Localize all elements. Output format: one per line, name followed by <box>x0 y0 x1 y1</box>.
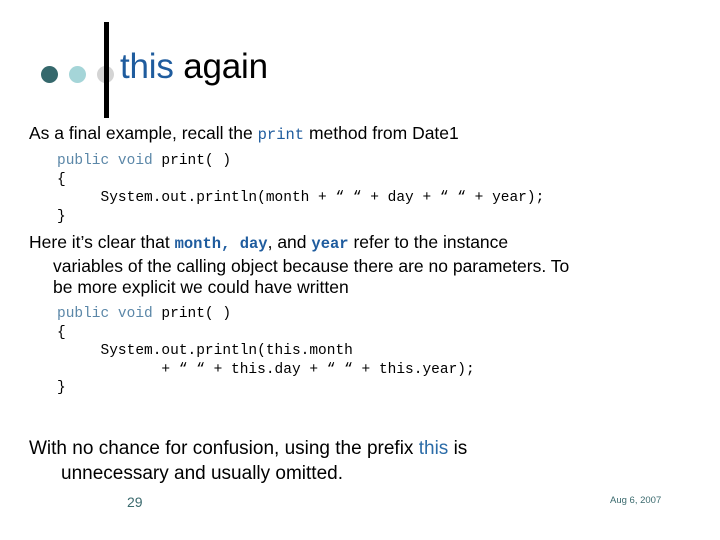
code-block-print-implicit: public void print( ){ System.out.println… <box>57 152 544 226</box>
slide: this again As a final example, recall th… <box>0 0 720 540</box>
code-line: public void print( ) <box>57 305 475 324</box>
closing-paragraph: With no chance for confusion, using the … <box>29 436 689 486</box>
decorative-dot-1-icon <box>41 66 58 83</box>
closing-text-line2: unnecessary and usually omitted. <box>61 463 343 484</box>
code-line: public void print( ) <box>57 152 544 171</box>
slide-date: Aug 6, 2007 <box>610 495 662 506</box>
slide-page-number: 29 <box>127 494 143 510</box>
code-text: { <box>57 171 66 188</box>
page-title-rest: again <box>173 47 268 86</box>
title-vertical-rule <box>104 22 109 118</box>
middle-text-line3: be more explicit we could have written <box>53 277 349 297</box>
code-text: } <box>57 208 66 225</box>
middle-text-2: , and <box>267 232 312 252</box>
code-text: print( ) <box>161 153 232 169</box>
code-text: { <box>57 324 66 341</box>
code-line: } <box>57 379 475 398</box>
closing-text-after: is <box>448 438 468 459</box>
closing-text-before: With no chance for confusion, using the … <box>29 438 419 459</box>
page-title: this again <box>120 45 268 89</box>
code-line: { <box>57 171 544 190</box>
code-text: System.out.println(month + “ “ + day + “… <box>57 190 545 207</box>
code-line: { <box>57 324 475 343</box>
middle-paragraph: Here it’s clear that month, day, and yea… <box>29 232 697 299</box>
code-block-print-explicit-this: public void print( ){ System.out.println… <box>57 305 475 398</box>
slide-title-area: this again <box>0 0 720 120</box>
code-line: System.out.println(this.month <box>57 342 475 361</box>
lead-text-before: As a final example, recall the <box>29 123 258 143</box>
code-keyword: public void <box>57 153 162 169</box>
code-text: print( ) <box>161 306 232 322</box>
decorative-dot-2-icon <box>69 66 86 83</box>
code-keyword: public void <box>57 306 162 322</box>
middle-text-1: Here it’s clear that <box>29 232 175 252</box>
code-text: System.out.println(this.month <box>57 343 353 360</box>
closing-keyword-this: this <box>418 438 449 459</box>
middle-inline-code-year: year <box>311 235 349 253</box>
page-title-keyword: this <box>120 47 174 86</box>
code-text: + “ “ + this.day + “ “ + this.year); <box>57 361 475 378</box>
middle-text-line2: variables of the calling object because … <box>53 255 570 276</box>
lead-text-after: method from Date1 <box>304 123 459 143</box>
middle-inline-code-month-day: month, day <box>174 235 268 253</box>
code-text: } <box>57 380 66 397</box>
code-line: + “ “ + this.day + “ “ + this.year); <box>57 361 475 380</box>
code-line: System.out.println(month + “ “ + day + “… <box>57 189 545 208</box>
code-line: } <box>57 208 544 227</box>
middle-text-3: refer to the instance <box>348 232 509 252</box>
lead-inline-code-print: print <box>257 126 305 144</box>
lead-paragraph: As a final example, recall the print met… <box>29 123 699 147</box>
